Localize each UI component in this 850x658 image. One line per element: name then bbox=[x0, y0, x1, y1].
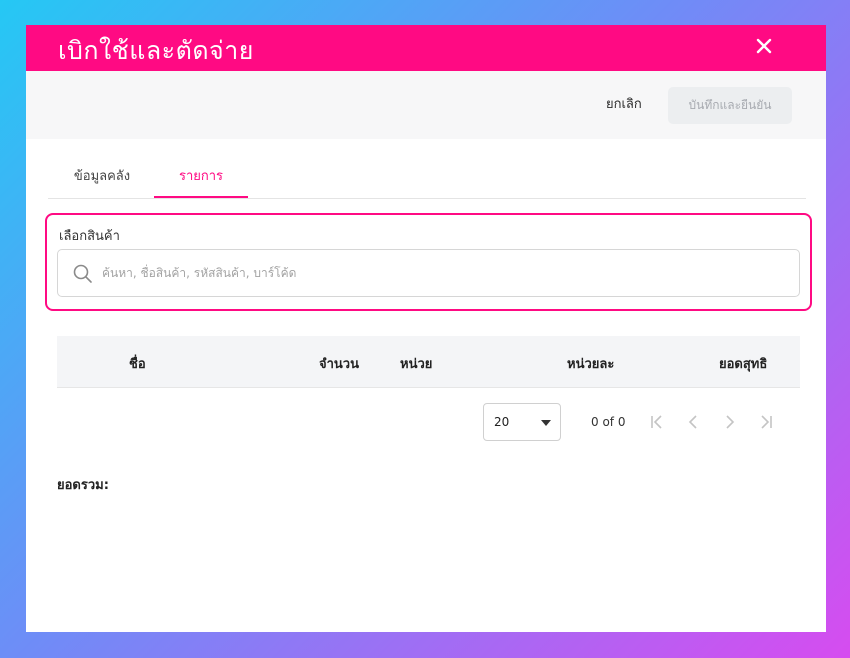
table-header: ชื่อ จำนวน หน่วย หน่วยละ ยอดสุทธิ bbox=[57, 336, 800, 388]
save-confirm-button[interactable]: บันทึกและยืนยัน bbox=[668, 87, 792, 124]
tab-warehouse-info[interactable]: ข้อมูลคลัง bbox=[50, 165, 154, 198]
rows-per-page-value: 20 bbox=[494, 415, 510, 429]
last-page-icon[interactable] bbox=[755, 412, 777, 432]
column-header-quantity: จำนวน bbox=[319, 357, 359, 372]
next-page-icon[interactable] bbox=[719, 412, 741, 432]
tab-items[interactable]: รายการ bbox=[154, 165, 248, 198]
dialog-title: เบิกใช้และตัดจ่าย bbox=[58, 36, 254, 65]
column-header-unit: หน่วย bbox=[400, 357, 433, 372]
product-search-input[interactable] bbox=[102, 260, 782, 286]
column-header-net-total: ยอดสุทธิ bbox=[719, 357, 768, 372]
action-bar: ยกเลิก บันทึกและยืนยัน bbox=[26, 71, 826, 139]
dialog: เบิกใช้และตัดจ่าย ยกเลิก บันทึกและยืนยัน… bbox=[26, 25, 826, 632]
cancel-button[interactable]: ยกเลิก bbox=[606, 93, 642, 114]
page-range-text: 0 of 0 bbox=[591, 415, 626, 429]
rows-per-page-select[interactable]: 20 bbox=[483, 403, 561, 441]
items-table: ชื่อ จำนวน หน่วย หน่วยละ ยอดสุทธิ bbox=[57, 336, 800, 388]
pagination: 20 0 of 0 bbox=[483, 403, 803, 443]
search-icon bbox=[72, 263, 94, 285]
product-search-box[interactable] bbox=[57, 249, 800, 297]
first-page-icon[interactable] bbox=[646, 412, 668, 432]
column-header-name: ชื่อ bbox=[129, 357, 146, 372]
caret-down-icon bbox=[541, 420, 551, 426]
tab-bar: ข้อมูลคลัง รายการ bbox=[48, 155, 806, 199]
close-icon[interactable] bbox=[750, 32, 778, 60]
total-label: ยอดรวม: bbox=[57, 478, 109, 493]
product-select-section: เลือกสินค้า bbox=[45, 213, 812, 311]
column-header-unit-price: หน่วยละ bbox=[567, 357, 615, 372]
previous-page-icon[interactable] bbox=[682, 412, 704, 432]
product-select-label: เลือกสินค้า bbox=[59, 229, 120, 244]
dialog-header: เบิกใช้และตัดจ่าย bbox=[26, 25, 826, 71]
